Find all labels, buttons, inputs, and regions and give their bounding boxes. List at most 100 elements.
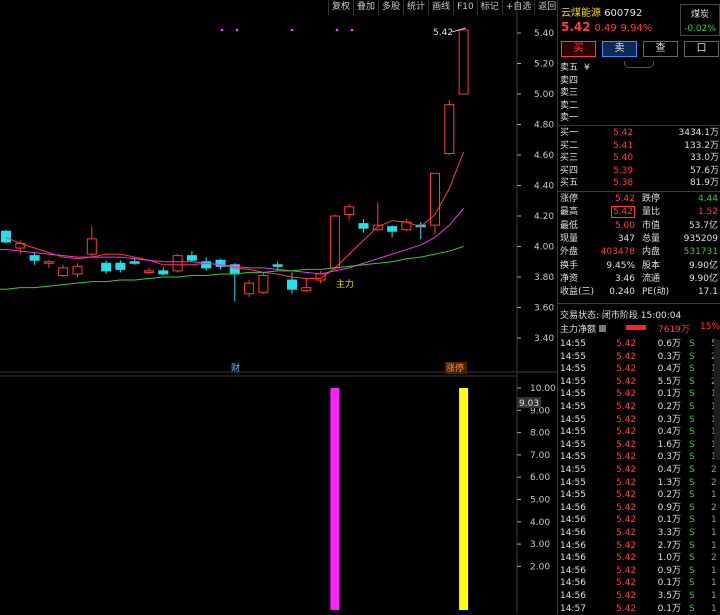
signal-dot [235, 28, 239, 32]
tick-time: 14:55 [560, 339, 586, 349]
tick-time: 14:55 [560, 452, 586, 463]
tick-price: 5.42 [616, 553, 637, 564]
tick-volume: 1.6万 [657, 439, 681, 450]
buy-button[interactable]: 买 [561, 41, 596, 57]
ask-row: 卖四 [558, 75, 720, 87]
toolbar-button[interactable]: +自选 [501, 0, 535, 15]
toolbar-button[interactable]: 叠加 [353, 0, 378, 15]
tick-time: 14:56 [560, 540, 586, 551]
ask-row: 卖三 [558, 87, 720, 99]
tick-row: 14:555.420.1万S1 [558, 388, 720, 400]
trade-status: 交易状态: 闭市阶段 15:00:04 [560, 311, 682, 321]
stats-label: 流通 [642, 273, 661, 284]
candle-body [358, 223, 369, 229]
stats-value: 1.52 [697, 207, 718, 218]
limit-up-marker: 涨停 [446, 362, 464, 374]
candle-body [244, 282, 255, 295]
stock-title: 云煤能源 600792 [561, 4, 642, 19]
toolbar-button[interactable]: F10 [453, 0, 477, 15]
stats-row: 收益(三) 0.240 PE(动) 17.1 [558, 286, 720, 298]
tick-time: 14:55 [560, 364, 586, 375]
tick-volume: 0.3万 [657, 414, 681, 425]
bid-label: 买二 [560, 140, 579, 151]
candle-body [344, 206, 355, 215]
tick-time: 14:55 [560, 376, 586, 387]
candle-body [72, 265, 83, 275]
price-tick-label: 3.80 [534, 273, 554, 283]
tick-time: 14:56 [560, 578, 586, 589]
candle-body [58, 267, 69, 276]
ask-label: 卖五 [560, 63, 579, 73]
cart-button[interactable]: 口 [684, 41, 719, 57]
finance-marker: 财 [231, 362, 240, 374]
stats-label: 换手 [560, 260, 579, 271]
tick-volume: 0.2万 [657, 402, 681, 412]
candle-body [158, 270, 169, 275]
stock-change-pct: 9.94% [620, 23, 653, 34]
volume-tick-label: 4.00 [530, 518, 550, 528]
bid-price: 5.39 [613, 165, 634, 176]
toolbar-button[interactable]: 返回 [534, 0, 559, 15]
volume-bar [459, 388, 469, 610]
tick-volume: 5.5万 [657, 376, 681, 387]
tick-time: 14:55 [560, 389, 586, 400]
tick-row: 14:56 5.42 2.7万 S 1 [558, 540, 720, 552]
tick-price: 5.42 [616, 389, 637, 400]
toolbar-button[interactable]: 多股 [378, 0, 403, 15]
sell-button[interactable]: 卖 [602, 41, 637, 57]
tick-price: 5.42 [616, 427, 637, 438]
stats-value: 17.1 [697, 287, 718, 298]
stats-label: 外盘 [560, 247, 579, 258]
toolbar-button[interactable]: 统计 [403, 0, 428, 15]
bid-volume: 81.9万 [689, 178, 719, 188]
tick-price: 5.42 [616, 465, 637, 475]
tick-count: 2 [711, 553, 717, 564]
tick-side: S [689, 364, 695, 375]
signal-dot [335, 28, 339, 32]
tick-side: S [689, 427, 695, 438]
ask-label: 卖三 [560, 88, 579, 98]
tick-side: S [689, 502, 695, 513]
price-tick-label: 4.20 [534, 212, 554, 222]
toolbar-button[interactable]: 画线 [428, 0, 453, 15]
tick-count: 1 [711, 578, 717, 589]
tick-row: 14:55 5.42 0.2万 S 1 [558, 489, 720, 501]
tick-time: 14:56 [560, 565, 586, 576]
price-tick-label: 3.60 [534, 304, 554, 314]
stats-row: 净资 3.46 流通 9.90亿 [558, 273, 720, 285]
tick-row: 14:555.421.6万S1 [558, 439, 720, 451]
kline-chart[interactable]: 5.40 5.20 5.00 4.80 4.60 4.40 4.20 4.00 3.80 3.60… [0, 0, 557, 614]
divider [558, 125, 720, 126]
main-net-label: 主力净额 [560, 325, 597, 335]
volume-tick-label: 8.00 [530, 429, 550, 439]
sector-pct: -0.02% [684, 24, 716, 34]
tick-side: S [689, 603, 695, 614]
tick-side: S [689, 477, 695, 488]
sector-name: 煤炭 [690, 10, 709, 20]
tick-scrollbar[interactable] [714, 340, 720, 460]
stats-value: 53.7亿 [688, 220, 718, 231]
tick-price: 5.42 [616, 452, 637, 463]
stock-name: 云煤能源 [561, 8, 601, 19]
bid-label: 买三 [560, 153, 579, 163]
sector-box[interactable]: 煤炭 -0.02% [680, 4, 720, 36]
bid-row: 买五 5.38 81.9万 [558, 177, 720, 189]
volume-current-label: 9.03 [519, 399, 539, 409]
candle-body [43, 261, 54, 264]
toolbar-button[interactable]: 复权 [328, 0, 353, 15]
stats-value: 4.44 [697, 194, 718, 204]
stats-label: 净资 [560, 273, 579, 284]
candle-body [315, 273, 326, 281]
bid-label: 买五 [560, 178, 579, 188]
tick-row: 14:56 5.42 0.9万 S 2 [558, 502, 720, 514]
query-button[interactable]: 查 [643, 41, 678, 57]
main-net-row: 主力净额 7619万 15% [560, 322, 720, 335]
tick-count: 1 [711, 591, 717, 601]
stats-row: 换手 9.45% 股本 9.90亿 [558, 260, 720, 272]
tick-side: S [689, 452, 695, 463]
tick-row: 14:56 5.42 3.5万 S 1 [558, 590, 720, 602]
ma-line [5, 151, 465, 280]
bid-volume: 133.2万 [684, 140, 719, 151]
toolbar-button[interactable]: 标记 [476, 0, 502, 15]
candle-body [258, 274, 269, 293]
